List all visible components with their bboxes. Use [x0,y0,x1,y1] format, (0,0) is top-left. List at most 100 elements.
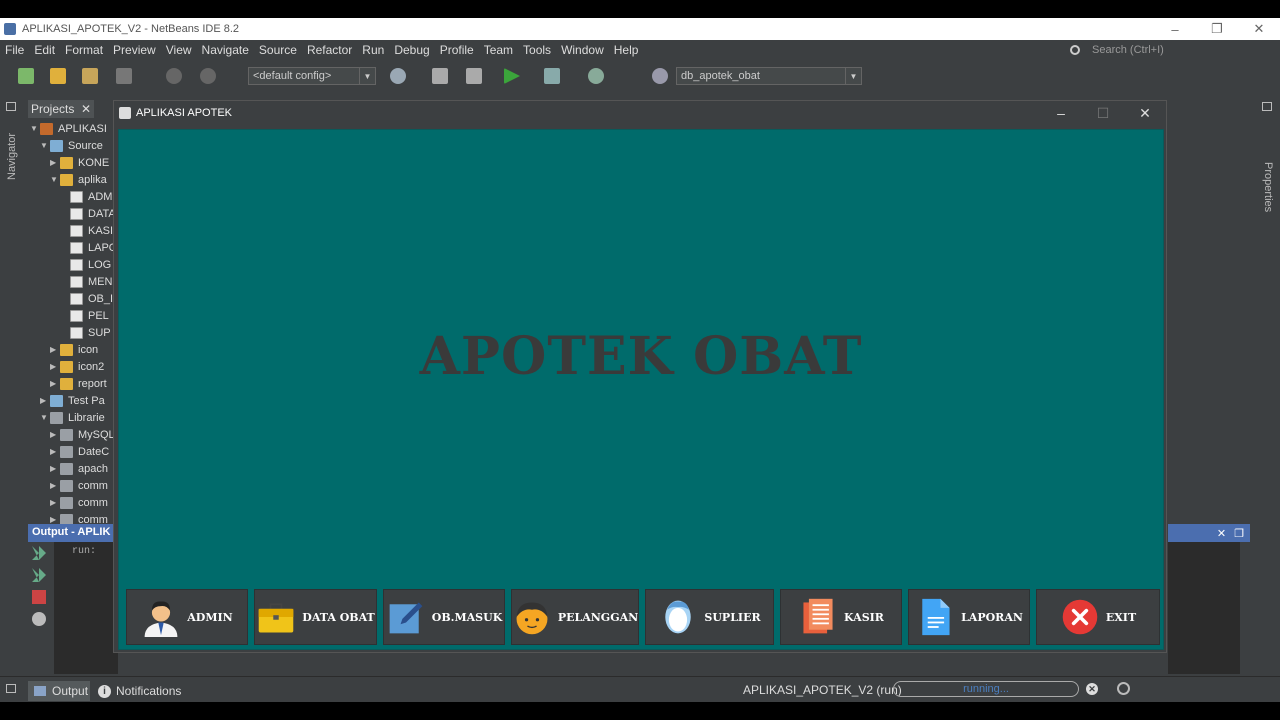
collapsed-icon[interactable]: ▶ [50,362,60,371]
close-icon[interactable]: ✕ [81,102,91,116]
tree-item[interactable]: KASI [60,222,113,239]
collapsed-icon[interactable]: ▶ [50,481,60,490]
menu-source[interactable]: Source [254,43,302,57]
run-icon[interactable] [504,68,520,84]
new-file-icon[interactable] [18,68,34,84]
collapsed-icon[interactable]: ▶ [50,158,60,167]
database-select[interactable]: db_apotek_obat ▼ [676,67,862,85]
menu-team[interactable]: Team [479,43,518,57]
config-select[interactable]: <default config> ▼ [248,67,376,85]
app-maximize-button[interactable]: ☐ [1082,101,1124,125]
menu-preview[interactable]: Preview [108,43,161,57]
restore-panel-icon[interactable]: ❐ [1234,527,1244,540]
rerun-customized-icon[interactable] [32,568,46,582]
laporan-button[interactable]: LAPORAN [908,589,1030,645]
tree-item[interactable]: OB_I [60,290,113,307]
collapsed-icon[interactable]: ▶ [50,430,60,439]
menu-debug[interactable]: Debug [389,43,434,57]
menu-window[interactable]: Window [556,43,609,57]
tree-item[interactable]: ▶ DateC [50,443,109,460]
data-obat-button[interactable]: DATA OBAT [254,589,377,645]
menu-profile[interactable]: Profile [435,43,479,57]
app-minimize-button[interactable]: – [1040,101,1082,125]
collapsed-icon[interactable]: ▶ [50,464,60,473]
collapsed-icon[interactable]: ▶ [50,515,60,524]
minimize-button[interactable]: – [1154,18,1196,40]
expanded-icon[interactable]: ▼ [40,413,50,422]
menu-run[interactable]: Run [357,43,389,57]
cancel-task-icon[interactable]: ✕ [1086,683,1098,695]
restore-panel-icon[interactable] [6,684,16,693]
new-project-icon[interactable] [50,68,66,84]
ob-masuk-button[interactable]: OB.MASUK [383,589,505,645]
rerun-icon[interactable] [32,546,46,560]
database-icon[interactable] [652,68,668,84]
collapsed-icon[interactable]: ▶ [50,498,60,507]
tree-item[interactable]: ▶ apach [50,460,108,477]
notifications-tab[interactable]: i Notifications [98,681,181,701]
tree-item[interactable]: PEL [60,307,109,324]
menu-file[interactable]: File [0,43,29,57]
menu-edit[interactable]: Edit [29,43,60,57]
tree-item[interactable]: LOG [60,256,111,273]
restore-panel-icon[interactable] [6,102,16,111]
tree-item[interactable]: ▼ Source [40,137,103,154]
tree-item[interactable]: ▶ report [50,375,107,392]
restore-panel-icon[interactable] [1262,102,1272,111]
properties-tab[interactable]: Properties [1262,162,1274,212]
search-box[interactable]: Search (Ctrl+I) [1070,42,1270,58]
restore-button[interactable]: ❐ [1196,18,1238,40]
tree-item[interactable]: ADM [60,188,112,205]
tree-item[interactable]: ▶ comm [50,477,108,494]
suplier-button[interactable]: SUPLIER [645,589,774,645]
collapsed-icon[interactable]: ▶ [50,345,60,354]
clean-build-icon[interactable] [466,68,482,84]
collapsed-icon[interactable]: ▶ [50,447,60,456]
pelanggan-button[interactable]: PELANGGAN [511,589,639,645]
collapsed-icon[interactable]: ▶ [50,379,60,388]
menu-help[interactable]: Help [609,43,644,57]
expanded-icon[interactable]: ▼ [50,175,60,184]
collapsed-icon[interactable]: ▶ [40,396,50,405]
tree-item[interactable]: ▼ APLIKASI [30,120,107,137]
projects-tab[interactable]: Projects ✕ [28,100,94,118]
app-close-button[interactable]: ✕ [1124,101,1166,125]
tree-item[interactable]: ▶ comm [50,511,108,524]
menu-tools[interactable]: Tools [518,43,556,57]
profile-icon[interactable] [588,68,604,84]
tree-item[interactable]: SUP [60,324,111,341]
tree-item[interactable]: ▼ aplika [50,171,107,188]
expanded-icon[interactable]: ▼ [40,141,50,150]
exit-button[interactable]: EXIT [1036,589,1160,645]
stop-icon[interactable] [32,590,46,604]
globe-icon[interactable] [390,68,406,84]
tree-item[interactable]: ▼ Librarie [40,409,105,426]
menu-navigate[interactable]: Navigate [197,43,254,57]
close-icon[interactable]: ✕ [1217,527,1226,540]
open-project-icon[interactable] [82,68,98,84]
menu-format[interactable]: Format [60,43,108,57]
close-button[interactable]: ✕ [1238,18,1280,40]
tree-item[interactable]: ▶ MySQL [50,426,115,443]
settings-icon[interactable] [32,612,46,626]
navigator-tab[interactable]: Navigator [6,133,18,180]
output-tab[interactable]: Output [28,681,90,701]
tree-item[interactable]: ▶ icon2 [50,358,104,375]
redo-icon[interactable] [200,68,216,84]
kasir-button[interactable]: KASIR [780,589,902,645]
tree-item[interactable]: LAPO [60,239,117,256]
tree-item[interactable]: DATA [60,205,116,222]
build-icon[interactable] [432,68,448,84]
tree-item[interactable]: ▶ icon [50,341,98,358]
tree-item[interactable]: MEN [60,273,112,290]
undo-icon[interactable] [166,68,182,84]
debug-icon[interactable] [544,68,560,84]
expanded-icon[interactable]: ▼ [30,124,40,133]
menu-refactor[interactable]: Refactor [302,43,357,57]
save-all-icon[interactable] [116,68,132,84]
menu-view[interactable]: View [161,43,197,57]
tree-item[interactable]: ▶ comm [50,494,108,511]
inspect-icon[interactable] [1117,682,1130,695]
admin-button[interactable]: ADMIN [126,589,248,645]
tree-item[interactable]: ▶ KONE [50,154,109,171]
